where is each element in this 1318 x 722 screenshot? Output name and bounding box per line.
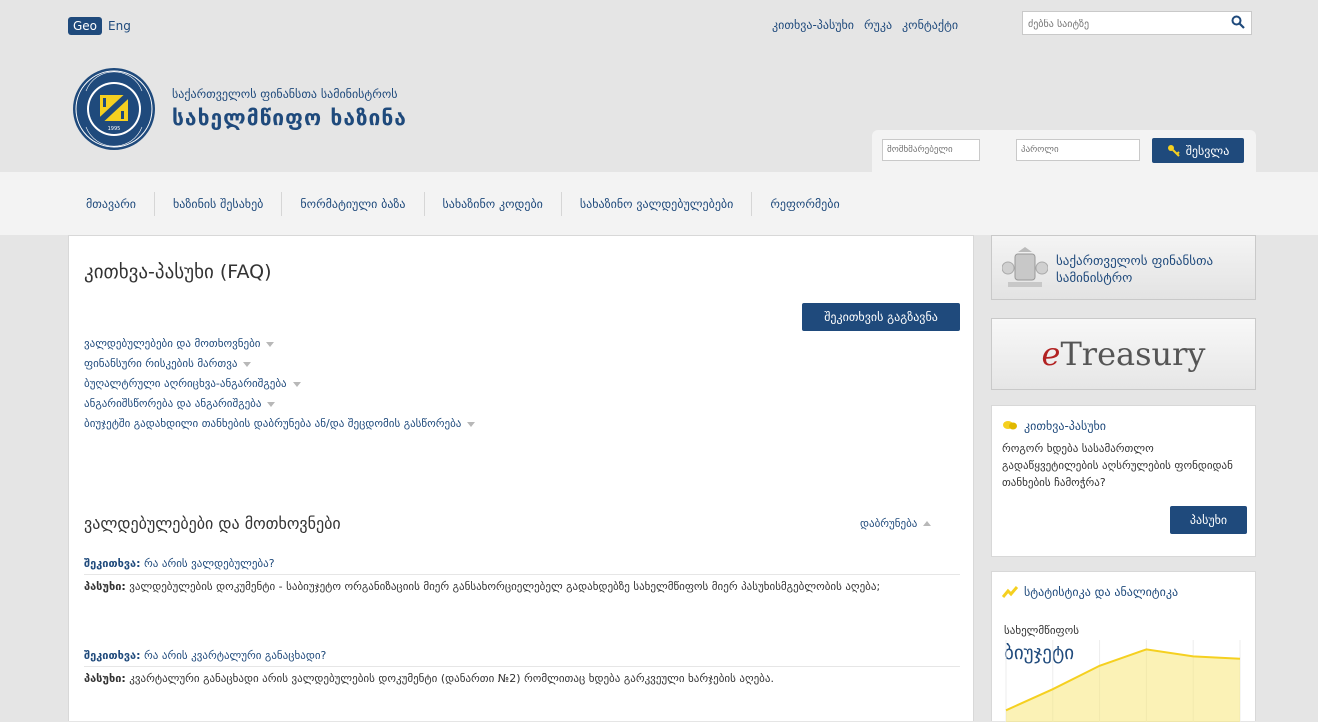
site-header: 1995 საქართველოს ფინანსთა სამინისტროს სა…: [0, 50, 1318, 172]
category-label: ფინანსური რისკების მართვა: [84, 357, 238, 370]
category-list: ვალდებულებები და მოთხოვნები ფინანსური რი…: [84, 334, 476, 434]
chevron-down-icon: [266, 341, 275, 347]
category-item[interactable]: ბუღალტრული აღრიცხვა-ანგარიშგება: [84, 374, 475, 394]
etreasury-text: Treasury: [1060, 335, 1206, 373]
back-link[interactable]: დაბრუნება: [860, 517, 932, 530]
category-item[interactable]: ვალდებულებები და მოთხოვნები: [84, 334, 475, 354]
answer-button[interactable]: პასუხი: [1170, 506, 1247, 534]
answer-line: პასუხი: კვარტალური განაცხადი არის ვალდებ…: [84, 670, 960, 688]
logo-year: 1995: [108, 126, 121, 132]
budget-chart[interactable]: [992, 632, 1255, 722]
login-form: შესვლა: [872, 130, 1256, 172]
top-bar: Geo Eng კითხვა-პასუხი რუკა კონტაქტი: [0, 0, 1318, 50]
speech-bubbles-icon: [1003, 421, 1017, 430]
chevron-down-icon: [467, 421, 476, 427]
language-switcher: Geo Eng: [68, 17, 134, 35]
etreasury-banner[interactable]: e Treasury: [991, 318, 1256, 390]
category-item[interactable]: ბიუჯეტში გადახდილი თანხების დაბრუნება ან…: [84, 414, 476, 434]
category-label: ვალდებულებები და მოთხოვნები: [84, 337, 261, 350]
ministry-banner[interactable]: საქართველოს ფინანსთა სამინისტრო: [991, 235, 1256, 300]
login-button-label: შესვლა: [1185, 143, 1230, 158]
chart-icon: [1002, 586, 1018, 598]
treasury-logo[interactable]: 1995: [72, 67, 156, 151]
login-button[interactable]: შესვლა: [1152, 138, 1244, 163]
faq-widget-question: როგორ ხდება სასამართლო გადაწყვეტილების ა…: [1002, 442, 1233, 489]
nav-item-normative-base[interactable]: ნორმატიული ბაზა: [282, 191, 425, 216]
chevron-up-icon: [923, 521, 932, 526]
password-field[interactable]: [1016, 139, 1140, 161]
question-label: შეკითხვა:: [84, 649, 141, 662]
category-item[interactable]: ფინანსური რისკების მართვა: [84, 354, 475, 374]
answer-label: პასუხი:: [84, 580, 126, 593]
nav-item-home[interactable]: მთავარი: [68, 191, 155, 216]
search-icon[interactable]: [1231, 15, 1245, 29]
site-search: [1022, 11, 1252, 35]
answer-line: პასუხი: ვალდებულების დოკუმენტი - საბიუჯე…: [84, 578, 960, 596]
page-title: კითხვა-პასუხი (FAQ): [84, 261, 272, 283]
stats-widget-title[interactable]: სტატისტიკა და ანალიტიკა: [1024, 585, 1178, 599]
stats-widget-heading: სტატისტიკა და ანალიტიკა: [1002, 585, 1178, 599]
answer-label: პასუხი:: [84, 672, 126, 685]
top-link-faq[interactable]: კითხვა-პასუხი: [772, 18, 854, 32]
answer-text: ვალდებულების დოკუმენტი - საბიუჯეტო ორგან…: [125, 580, 881, 593]
nav-item-treasury-obligations[interactable]: სახაზინო ვალდებულებები: [562, 191, 753, 216]
question-text: რა არის ვალდებულება?: [140, 557, 275, 570]
nav-item-treasury-codes[interactable]: სახაზინო კოდები: [425, 191, 562, 216]
top-link-map[interactable]: რუკა: [864, 18, 892, 32]
question-text: რა არის კვარტალური განაცხადი?: [140, 649, 327, 662]
top-links: კითხვა-პასუხი რუკა კონტაქტი: [772, 18, 958, 32]
qa-item: შეკითხვა: რა არის ვალდებულება? პასუხი: ვ…: [84, 554, 960, 596]
ministry-banner-text: საქართველოს ფინანსთა სამინისტრო: [1056, 254, 1214, 286]
main-nav: მთავარი ხაზინის შესახებ ნორმატიული ბაზა …: [0, 172, 1318, 235]
username-field[interactable]: [882, 139, 980, 161]
chart-area: [1006, 649, 1240, 722]
question-label: შეკითხვა:: [84, 557, 141, 570]
coat-of-arms-icon: [1002, 247, 1048, 287]
lang-geo-button[interactable]: Geo: [68, 17, 103, 35]
nav-item-reforms[interactable]: რეფორმები: [752, 192, 857, 216]
search-input[interactable]: [1023, 14, 1228, 35]
faq-widget: კითხვა-პასუხი როგორ ხდება სასამართლო გად…: [991, 405, 1256, 557]
main-content: კითხვა-პასუხი (FAQ) შეკითხვის გაგზავნა ვ…: [68, 235, 974, 721]
category-item[interactable]: ანგარიშსწორება და ანგარიშგება: [84, 394, 475, 414]
category-label: ბიუჯეტში გადახდილი თანხების დაბრუნება ან…: [84, 417, 462, 430]
lang-eng-button[interactable]: Eng: [105, 17, 134, 35]
ask-question-button[interactable]: შეკითხვის გაგზავნა: [802, 303, 960, 331]
etreasury-e: e: [1041, 335, 1061, 373]
chevron-down-icon: [243, 361, 252, 367]
nav-item-about[interactable]: ხაზინის შესახებ: [155, 191, 283, 216]
faq-widget-title[interactable]: კითხვა-პასუხი: [1024, 419, 1106, 433]
chevron-down-icon: [292, 381, 301, 387]
page: Geo Eng კითხვა-პასუხი რუკა კონტაქტი ძებნ…: [0, 0, 1318, 722]
top-link-contact[interactable]: კონტაქტი: [902, 18, 958, 32]
question-line: შეკითხვა: რა არის ვალდებულება?: [84, 554, 960, 575]
faq-widget-heading: კითხვა-პასუხი: [1002, 419, 1106, 433]
key-icon: [1167, 144, 1180, 157]
section-title: ვალდებულებები და მოთხოვნები: [84, 514, 341, 533]
category-label: ბუღალტრული აღრიცხვა-ანგარიშგება: [84, 377, 287, 390]
question-line: შეკითხვა: რა არის კვარტალური განაცხადი?: [84, 646, 960, 667]
brand-subtitle: საქართველოს ფინანსთა სამინისტროს: [172, 87, 398, 101]
chevron-down-icon: [267, 401, 276, 407]
category-label: ანგარიშსწორება და ანგარიშგება: [84, 397, 262, 410]
stats-widget: სტატისტიკა და ანალიტიკა სახელმწიფოს ბიუჯ…: [991, 571, 1256, 722]
qa-item: შეკითხვა: რა არის კვარტალური განაცხადი? …: [84, 646, 960, 688]
answer-text: კვარტალური განაცხადი არის ვალდებულების დ…: [125, 672, 774, 685]
brand-title[interactable]: სახელმწიფო ხაზინა: [172, 106, 407, 130]
back-link-label: დაბრუნება: [860, 517, 918, 530]
